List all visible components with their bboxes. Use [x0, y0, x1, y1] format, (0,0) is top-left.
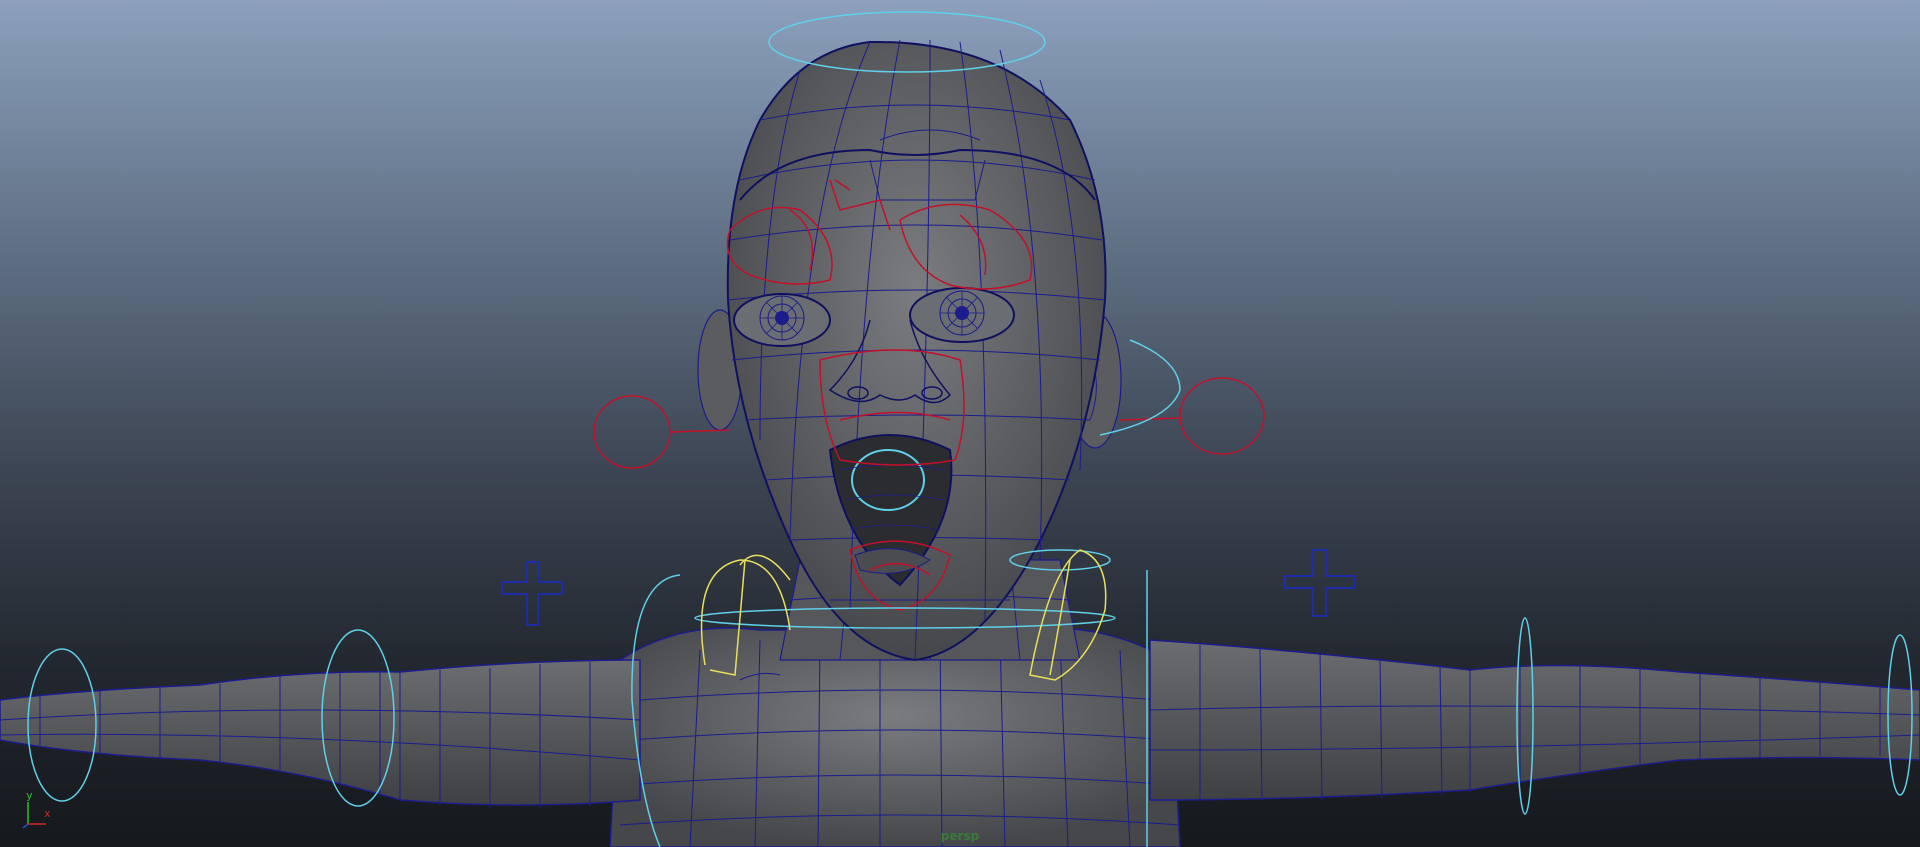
right-eye[interactable]: [909, 287, 1015, 343]
right-arm-mesh[interactable]: [1149, 639, 1920, 801]
axis-gizmo-icon: y x: [20, 790, 60, 830]
torso-mesh[interactable]: [609, 627, 1181, 847]
maya-persp-viewport[interactable]: y x persp: [0, 0, 1920, 847]
camera-name-label: persp: [940, 829, 980, 843]
scene-canvas[interactable]: [0, 0, 1920, 847]
axis-y-label: y: [26, 789, 33, 802]
axis-x-label: x: [44, 807, 51, 820]
left-eye[interactable]: [733, 293, 831, 347]
